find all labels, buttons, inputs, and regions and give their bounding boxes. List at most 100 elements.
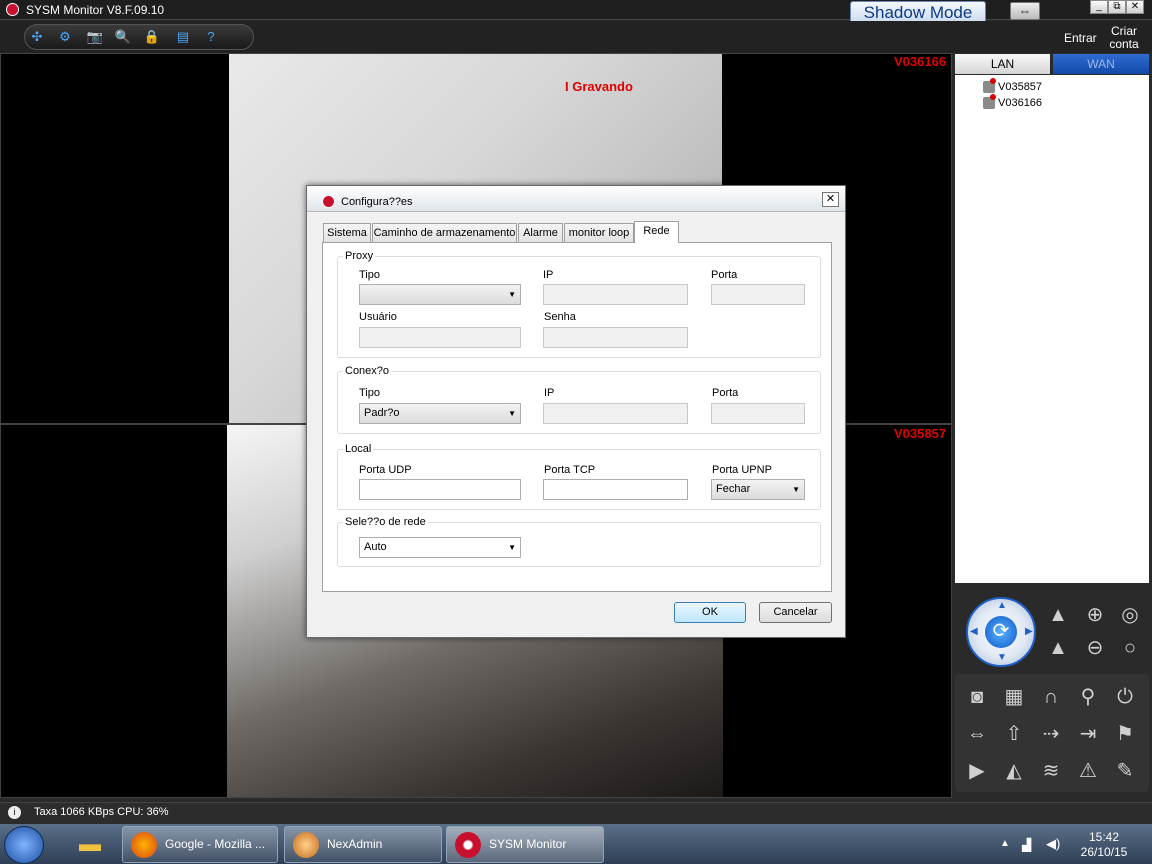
folder-icon[interactable]: ▬ (68, 828, 112, 860)
power-icon[interactable]: ⏻ (1110, 684, 1140, 710)
conexao-tipo-select[interactable]: Padr?o ▼ (359, 403, 521, 424)
up-arrow-icon[interactable]: ⇧ (999, 721, 1029, 747)
porta-tcp-field[interactable] (543, 479, 688, 500)
proxy-group-label: Proxy (343, 250, 376, 262)
porta-udp-label: Porta UDP (359, 464, 412, 476)
clapper-icon[interactable]: ▦ (999, 684, 1029, 710)
warning-icon[interactable]: ⚠ (1073, 758, 1103, 784)
porta-upnp-label: Porta UPNP (712, 464, 772, 476)
local-group-label: Local (343, 443, 374, 455)
porta-udp-field[interactable] (359, 479, 521, 500)
restore-button[interactable]: ⧉ (1108, 0, 1126, 14)
swap-icon[interactable]: ⇔ (1010, 2, 1040, 20)
device-item[interactable]: V035857 (983, 78, 1042, 93)
porta-tcp-label: Porta TCP (544, 464, 596, 476)
tab-sistema[interactable]: Sistema (323, 223, 371, 242)
start-button[interactable] (4, 826, 44, 864)
app-logo-icon (6, 3, 19, 16)
conexao-ip-field[interactable] (543, 403, 688, 424)
search-icon[interactable]: 🔍 (114, 29, 132, 45)
info-icon: i (8, 806, 21, 819)
window-title: SYSM Monitor V8.F.09.10 (26, 3, 165, 17)
iris-close-icon[interactable]: ○ (1115, 635, 1145, 661)
tab-lan[interactable]: LAN (955, 54, 1050, 74)
proxy-tipo-label: Tipo (359, 269, 380, 281)
minimize-button[interactable]: _ (1090, 0, 1108, 14)
microphone-icon[interactable]: ⚲ (1073, 684, 1103, 710)
wifi-icon[interactable]: ≋ (1036, 758, 1066, 784)
headphones-icon[interactable]: ∩ (1036, 684, 1066, 710)
settings-icon[interactable]: ⚙ (56, 29, 74, 45)
ptz-down-icon[interactable]: ▼ (997, 652, 1007, 663)
proxy-porta-label: Porta (711, 269, 738, 281)
tab-rede[interactable]: Rede (634, 221, 679, 243)
conexao-ip-label: IP (544, 387, 555, 399)
ptz-up-icon[interactable]: ▲ (997, 600, 1007, 611)
record-list-icon[interactable]: ▤ (174, 29, 192, 45)
lock-icon[interactable]: 🔒 (143, 29, 161, 45)
porta-upnp-select[interactable]: Fechar ▼ (711, 479, 805, 500)
zoom-in-icon[interactable]: ▲ (1043, 602, 1073, 628)
right-arrow-icon[interactable]: ⇢ (1036, 721, 1066, 747)
conexao-porta-label: Porta (712, 387, 739, 399)
tab-alarme[interactable]: Alarme (518, 223, 563, 242)
tab-monitor-loop[interactable]: monitor loop (564, 223, 634, 242)
focus-plus-icon[interactable]: ⊕ (1080, 602, 1110, 628)
chevron-down-icon: ▼ (508, 409, 516, 418)
dialog-title: Configura??es (341, 196, 413, 208)
user-icon (293, 832, 319, 858)
proxy-tipo-select[interactable]: ▼ (359, 284, 521, 305)
task-firefox[interactable]: Google - Mozilla ... (122, 826, 278, 863)
wrench-icon[interactable]: ✎ (1110, 758, 1140, 784)
settings-dialog: Configura??es ✕ Sistema Caminho de armaz… (306, 185, 846, 638)
chevron-down-icon: ▼ (792, 485, 800, 494)
horizontal-arrows-icon[interactable]: ⇔ (962, 721, 992, 747)
flag-icon[interactable]: ⚑ (1110, 721, 1140, 747)
help-icon[interactable]: ? (202, 29, 220, 45)
create-account-link[interactable]: Criar conta (1106, 25, 1142, 51)
clock[interactable]: 15:42 26/10/15 (1074, 830, 1134, 860)
zoom-out-icon[interactable]: ▲ (1043, 635, 1073, 661)
snapshot-icon[interactable]: 📷 (86, 29, 104, 45)
login-link[interactable]: Entrar (1064, 31, 1097, 45)
proxy-porta-field[interactable] (711, 284, 805, 305)
volume-icon[interactable]: ◀) (1046, 836, 1060, 852)
network-icon[interactable]: ▟ (1022, 838, 1031, 852)
camera-icon[interactable]: ◙ (962, 684, 992, 710)
camera-id-bottom: V035857 (894, 426, 947, 441)
cancel-button[interactable]: Cancelar (759, 602, 832, 623)
iris-open-icon[interactable]: ◎ (1115, 602, 1145, 628)
enter-icon[interactable]: ⇥ (1073, 721, 1103, 747)
ptz-left-icon[interactable]: ◀ (970, 626, 978, 637)
tab-wan[interactable]: WAN (1053, 54, 1149, 74)
refresh-icon[interactable]: ⟳ (985, 616, 1017, 648)
fullscreen-icon[interactable]: ✣ (28, 29, 46, 45)
task-nexadmin[interactable]: NexAdmin (284, 826, 442, 863)
proxy-senha-label: Senha (544, 311, 576, 323)
focus-minus-icon[interactable]: ⊖ (1080, 635, 1110, 661)
ok-button[interactable]: OK (674, 602, 746, 623)
chevron-down-icon: ▼ (508, 290, 516, 299)
proxy-senha-field[interactable] (543, 327, 688, 348)
selecao-rede-select[interactable]: Auto ▼ (359, 537, 521, 558)
tab-caminho[interactable]: Caminho de armazenamento (372, 223, 517, 242)
triangle-icon[interactable]: ◭ (999, 758, 1029, 784)
proxy-usuario-label: Usuário (359, 311, 397, 323)
dialog-close-button[interactable]: ✕ (822, 192, 839, 207)
device-tree: V035857 V036166 (955, 75, 1149, 583)
conexao-porta-field[interactable] (711, 403, 805, 424)
proxy-usuario-field[interactable] (359, 327, 521, 348)
status-text: Taxa 1066 KBps CPU: 36% (34, 806, 169, 818)
device-item[interactable]: V036166 (983, 94, 1042, 109)
status-bar (0, 802, 1152, 824)
close-window-button[interactable]: ✕ (1126, 0, 1144, 14)
proxy-ip-field[interactable] (543, 284, 688, 305)
selecao-rede-label: Sele??o de rede (343, 516, 428, 528)
task-sysm-monitor[interactable]: SYSM Monitor (446, 826, 604, 863)
camera-id-top: V036166 (894, 54, 947, 69)
play-icon[interactable]: ▶ (962, 758, 992, 784)
tray-expand-icon[interactable]: ▲ (1000, 838, 1010, 849)
rede-tab-pane: Proxy Tipo ▼ IP Porta Usuário Senha Cone… (322, 242, 832, 592)
ptz-right-icon[interactable]: ▶ (1025, 626, 1033, 637)
firefox-icon (131, 832, 157, 858)
